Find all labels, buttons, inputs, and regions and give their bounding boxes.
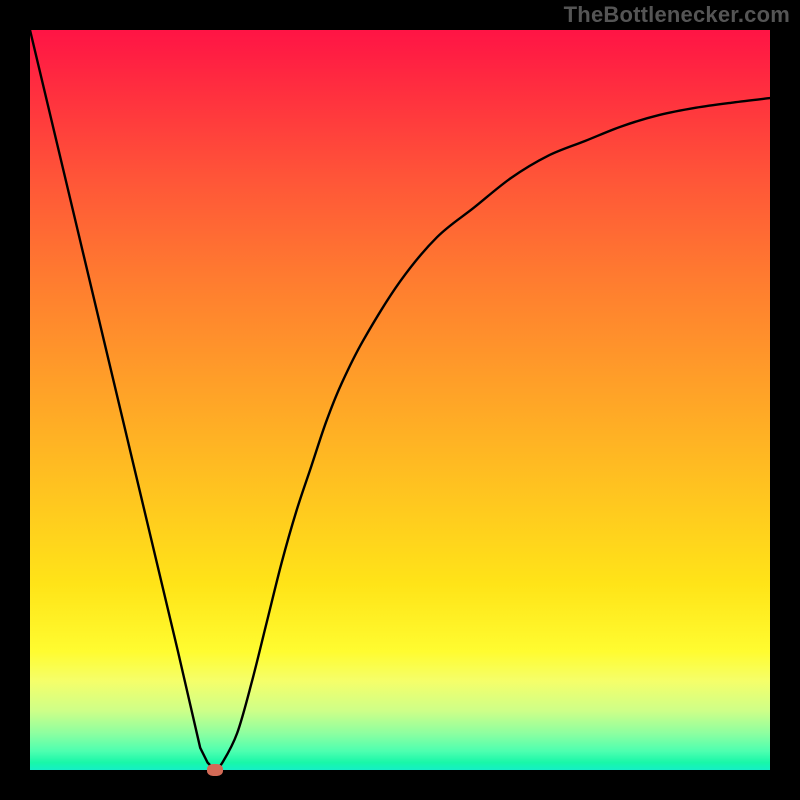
optimum-marker	[207, 764, 223, 776]
curve-svg	[30, 30, 770, 770]
plot-area	[30, 30, 770, 770]
chart-frame: TheBottlenecker.com	[0, 0, 800, 800]
watermark-text: TheBottlenecker.com	[564, 2, 790, 28]
bottleneck-curve	[30, 30, 770, 770]
